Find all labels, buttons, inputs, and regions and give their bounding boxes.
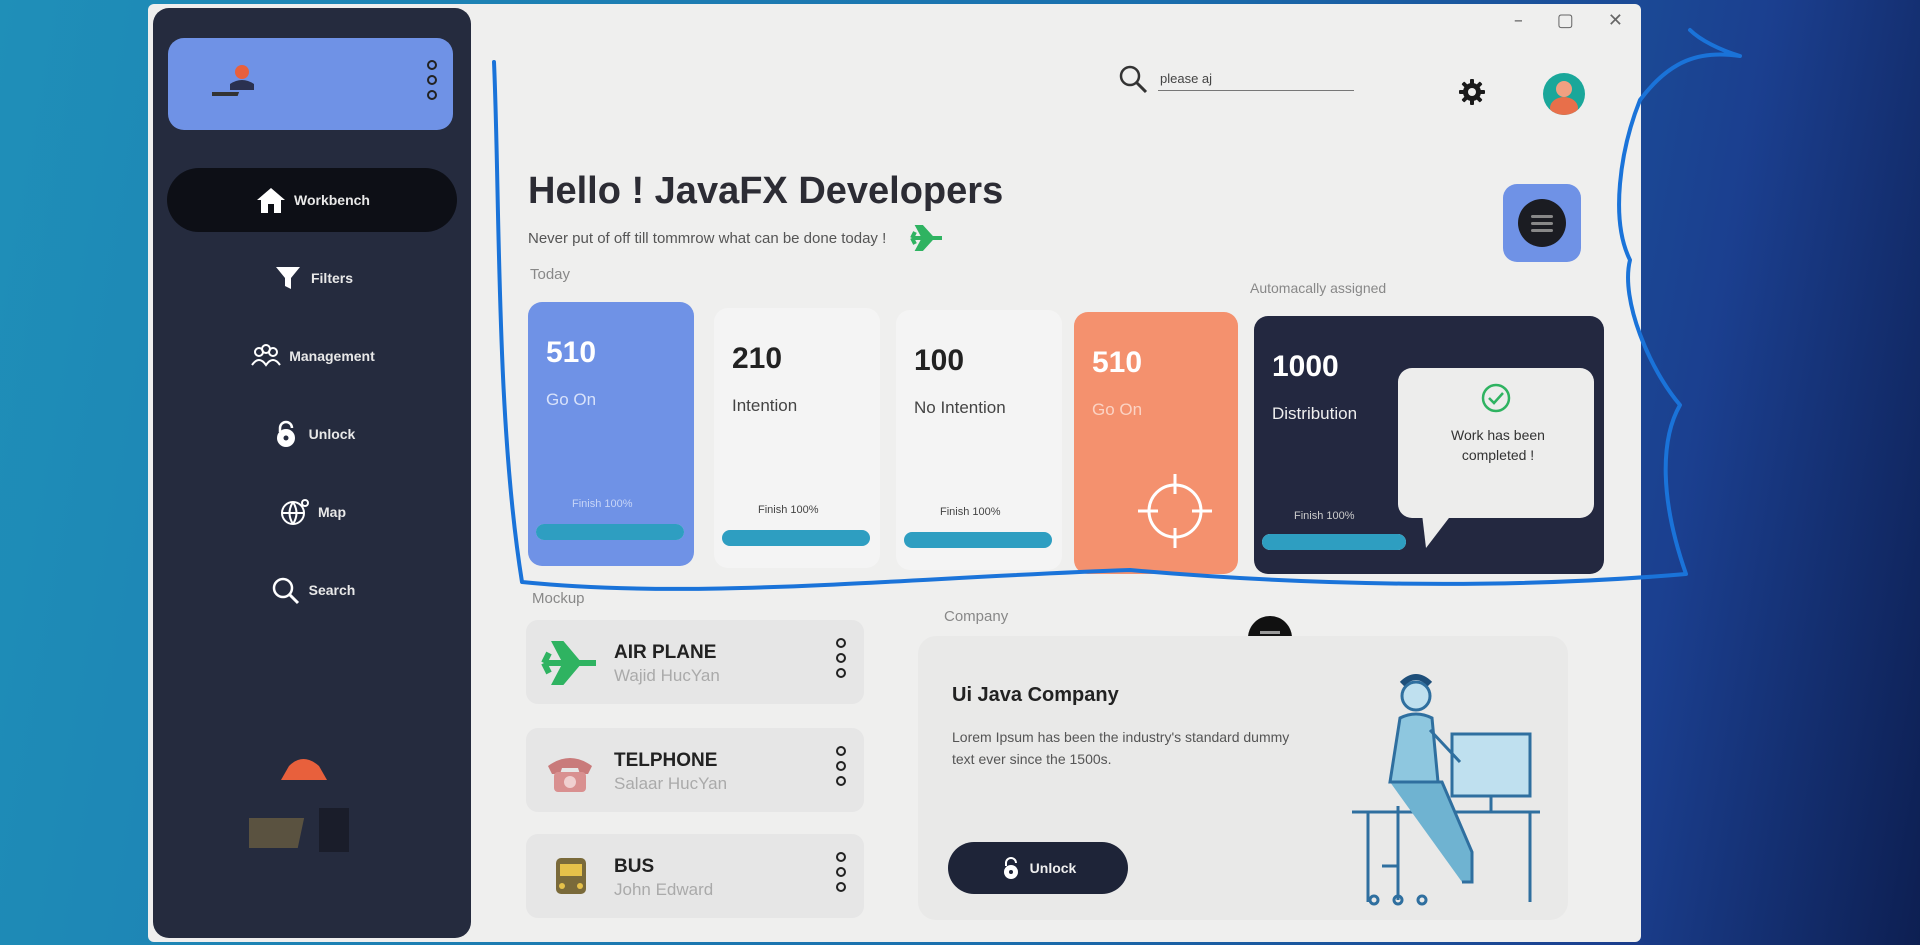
telephone-icon — [548, 758, 592, 792]
item-subtitle: Salaar HucYan — [614, 774, 728, 793]
finish-label: Finish 100% — [1294, 510, 1355, 522]
item-subtitle: Wajid HucYan — [614, 666, 720, 685]
gear-icon[interactable] — [1458, 78, 1486, 106]
developer-illustration-icon — [249, 759, 349, 852]
list-item-telephone[interactable]: TELPHONE Salaar HucYan — [526, 728, 864, 812]
sidebar: Workbench Filters Management Unlock Map … — [153, 8, 471, 938]
search-bar[interactable]: please aj — [1118, 64, 1354, 94]
search-icon[interactable] — [1118, 64, 1148, 94]
more-icon[interactable] — [836, 746, 846, 786]
avatar[interactable] — [1543, 73, 1585, 115]
finish-label: Finish 100% — [940, 506, 1001, 518]
progress-fill — [722, 530, 870, 546]
sidebar-item-filters[interactable]: Filters — [167, 246, 457, 310]
airplane-icon — [910, 225, 943, 251]
list-item-bus[interactable]: BUS John Edward — [526, 834, 864, 918]
list-item-airplane[interactable]: AIR PLANE Wajid HucYan — [526, 620, 864, 704]
sidebar-item-label: Filters — [310, 270, 353, 286]
finish-label: Finish 100% — [758, 504, 819, 516]
company-label: Company — [944, 608, 1009, 625]
sidebar-item-label: Management — [289, 348, 375, 364]
stat-card-go-on-2[interactable]: 510 Go On — [1074, 312, 1238, 574]
management-icon — [251, 344, 282, 367]
company-description: Lorem Ipsum has been the industry's stan… — [952, 729, 1290, 768]
search-input[interactable]: please aj — [1158, 67, 1354, 91]
sidebar-item-label: Unlock — [308, 426, 356, 442]
unlock-button[interactable]: Unlock — [948, 842, 1128, 894]
more-icon[interactable] — [836, 852, 846, 892]
sidebar-item-unlock[interactable]: Unlock — [167, 402, 457, 466]
stat-label: Distribution — [1272, 404, 1358, 423]
sidebar-item-label: Search — [308, 582, 356, 598]
progress-bar — [1262, 534, 1406, 550]
unlock-button-label: Unlock — [1029, 860, 1077, 876]
stat-label: No Intention — [914, 398, 1006, 417]
close-button[interactable]: ✕ — [1608, 10, 1623, 31]
stat-card-intention[interactable]: 210 Intention Finish 100% — [714, 308, 880, 568]
sidebar-item-label: Workbench — [294, 192, 370, 208]
stat-card-distribution[interactable]: 1000 Distribution Finish 100% Work has b… — [1254, 316, 1604, 574]
stat-value: 1000 — [1272, 350, 1339, 383]
globe-icon — [281, 499, 309, 525]
developer-at-desk-illustration — [1352, 674, 1540, 906]
stat-card-go-on[interactable]: 510 Go On Finish 100% — [528, 302, 694, 566]
filter-icon — [275, 267, 300, 289]
bubble-text: Work has been completed ! — [1451, 427, 1545, 463]
developer-logo-icon — [212, 65, 254, 96]
sidebar-item-management[interactable]: Management — [167, 324, 457, 388]
target-icon — [1138, 474, 1212, 548]
motto-label: Never put of off till tommrow what can b… — [528, 229, 887, 247]
progress-fill — [536, 524, 684, 540]
maximize-button[interactable]: ▢ — [1557, 10, 1574, 31]
stat-value: 210 — [732, 342, 783, 375]
sidebar-item-search[interactable]: Search — [167, 558, 457, 622]
item-title: BUS — [614, 856, 655, 877]
sidebar-nav: Workbench Filters Management Unlock Map … — [167, 168, 457, 636]
progress-bar — [722, 530, 870, 546]
company-title: Ui Java Company — [952, 684, 1119, 706]
progress-bar — [904, 532, 1052, 548]
home-icon — [257, 188, 285, 213]
bus-icon — [556, 858, 586, 894]
bubble-tail — [1422, 514, 1452, 548]
today-label: Today — [530, 266, 571, 283]
airplane-icon — [541, 641, 596, 685]
profile-more-icon[interactable] — [427, 60, 437, 100]
window-controls: – ▢ ✕ — [1514, 10, 1623, 31]
item-subtitle: John Edward — [614, 880, 714, 899]
stat-card-no-intention[interactable]: 100 No Intention Finish 100% — [896, 310, 1062, 570]
sidebar-item-map[interactable]: Map — [167, 480, 457, 544]
item-title: TELPHONE — [614, 750, 718, 771]
check-circle-icon — [1481, 383, 1511, 413]
item-title: AIR PLANE — [614, 642, 717, 663]
mockup-label: Mockup — [532, 590, 585, 607]
minimize-button[interactable]: – — [1514, 10, 1523, 31]
company-card: Ui Java Company Lorem Ipsum has been the… — [918, 636, 1568, 920]
motto-text: Never put of off till tommrow what can b… — [528, 224, 944, 252]
menu-icon — [1518, 199, 1566, 247]
completion-bubble: Work has been completed ! — [1398, 368, 1594, 548]
stat-label: Intention — [732, 396, 798, 415]
auto-assigned-label: Automacally assigned — [1250, 280, 1387, 296]
app-window: – ▢ ✕ Workbench Filters Management Unloc… — [148, 4, 1641, 942]
unlock-icon — [1003, 857, 1018, 879]
sidebar-item-label: Map — [318, 504, 346, 520]
stat-value: 100 — [914, 344, 965, 377]
progress-bar — [536, 524, 684, 540]
search-icon — [272, 577, 299, 605]
stat-value: 510 — [1092, 346, 1143, 379]
sidebar-item-workbench[interactable]: Workbench — [167, 168, 457, 232]
profile-card — [168, 38, 453, 130]
progress-fill — [904, 532, 1052, 548]
progress-fill — [1262, 534, 1406, 550]
finish-label: Finish 100% — [572, 498, 633, 510]
page-title: Hello ! JavaFX Developers — [528, 170, 1004, 212]
menu-button[interactable] — [1503, 184, 1581, 262]
stat-label: Go On — [546, 390, 597, 409]
more-icon[interactable] — [836, 638, 846, 678]
unlock-icon — [276, 420, 295, 447]
stat-value: 510 — [546, 336, 597, 369]
stat-label: Go On — [1092, 400, 1143, 419]
